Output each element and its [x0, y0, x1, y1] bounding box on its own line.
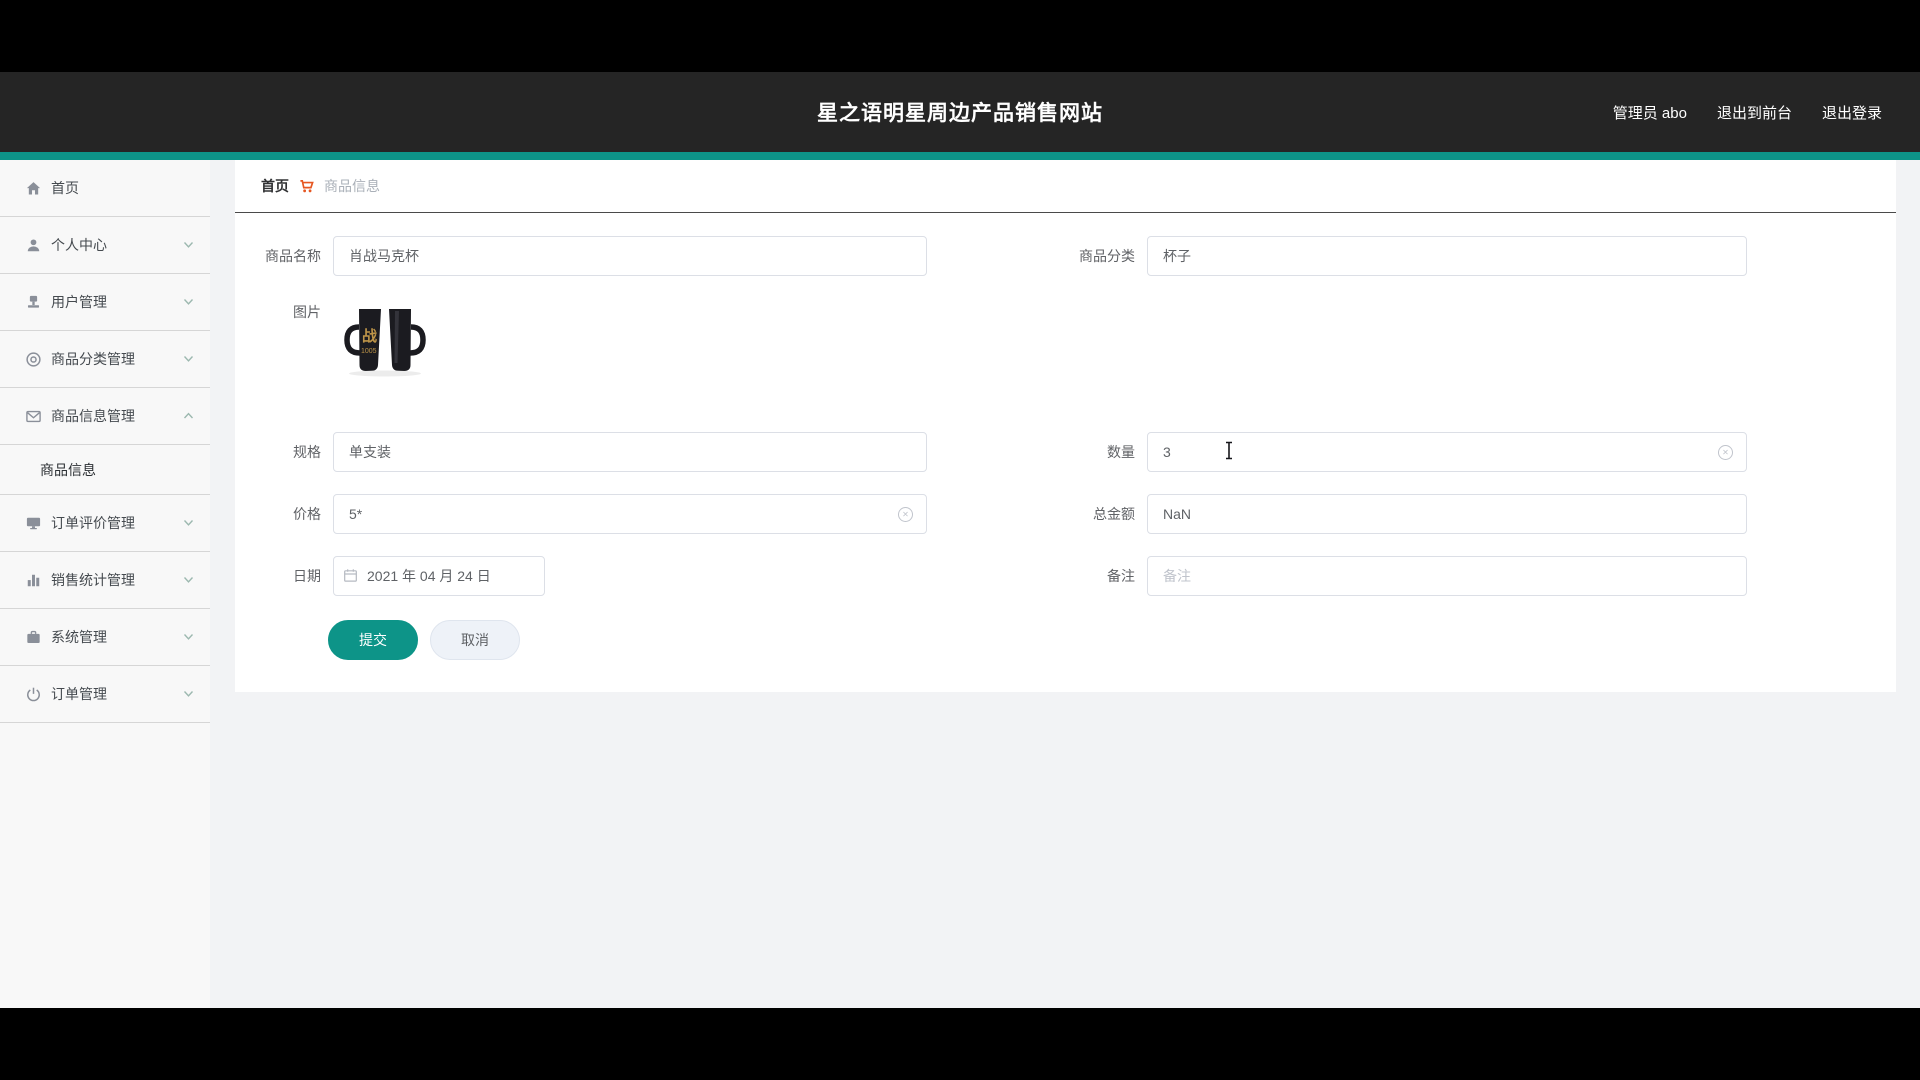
header-nav: 管理员 abo 退出到前台 退出登录	[1613, 72, 1882, 152]
sidebar-item-order-reviews[interactable]: 订单评价管理	[0, 495, 210, 552]
accent-strip	[0, 152, 1920, 160]
svg-text:1005: 1005	[361, 348, 377, 355]
field-total: 总金额	[1049, 494, 1747, 534]
page-body: 首页 个人中心 用户管理	[0, 160, 1920, 1008]
bar-chart-icon	[25, 572, 42, 589]
chevron-down-icon	[183, 576, 194, 584]
sidebar-item-product-info[interactable]: 商品信息管理	[0, 388, 210, 445]
exit-to-front-link[interactable]: 退出到前台	[1717, 102, 1792, 123]
sidebar-item-label: 商品信息管理	[51, 406, 183, 426]
form-actions: 提交 取消	[328, 620, 520, 660]
app-title: 星之语明星周边产品销售网站	[817, 97, 1103, 127]
sidebar-item-profile[interactable]: 个人中心	[0, 217, 210, 274]
sidebar-item-label: 个人中心	[51, 235, 183, 255]
price-input[interactable]	[333, 494, 927, 534]
sidebar: 首页 个人中心 用户管理	[0, 160, 210, 1008]
remark-label: 备注	[1049, 556, 1135, 596]
category-input[interactable]	[1147, 236, 1747, 276]
app-header: 星之语明星周边产品销售网站 管理员 abo 退出到前台 退出登录	[0, 72, 1920, 152]
chevron-down-icon	[183, 298, 194, 306]
monitor-icon	[25, 515, 42, 532]
sidebar-item-users[interactable]: 用户管理	[0, 274, 210, 331]
total-input[interactable]	[1147, 494, 1747, 534]
sidebar-item-label: 商品分类管理	[51, 349, 183, 369]
field-category: 商品分类	[1049, 236, 1747, 276]
clear-icon[interactable]: ✕	[898, 507, 913, 522]
submit-button[interactable]: 提交	[328, 620, 418, 660]
sidebar-item-label: 用户管理	[51, 292, 183, 312]
clear-icon[interactable]: ✕	[1718, 445, 1733, 460]
chevron-down-icon	[183, 519, 194, 527]
product-name-input[interactable]	[333, 236, 927, 276]
chevron-down-icon	[183, 355, 194, 363]
letterbox-top	[0, 0, 1920, 72]
chevron-down-icon	[183, 690, 194, 698]
sidebar-item-label: 首页	[51, 178, 194, 198]
field-price: 价格 ✕	[235, 494, 927, 534]
breadcrumb-current: 商品信息	[324, 176, 380, 196]
chevron-up-icon	[183, 412, 194, 420]
logout-link[interactable]: 退出登录	[1822, 102, 1882, 123]
field-spec: 规格	[235, 432, 927, 472]
field-image: 图片 战 1005	[235, 298, 437, 384]
sidebar-item-label: 系统管理	[51, 627, 183, 647]
cancel-button[interactable]: 取消	[430, 620, 520, 660]
sidebar-item-sales-stats[interactable]: 销售统计管理	[0, 552, 210, 609]
spec-label: 规格	[235, 432, 321, 472]
breadcrumb: 首页 商品信息	[235, 160, 1896, 213]
field-remark: 备注	[1049, 556, 1747, 596]
chevron-down-icon	[183, 633, 194, 641]
target-icon	[25, 351, 42, 368]
spec-input[interactable]	[333, 432, 927, 472]
black-mugs-photo: 战 1005	[335, 301, 435, 381]
date-input[interactable]	[333, 556, 545, 596]
sidebar-item-home[interactable]: 首页	[0, 160, 210, 217]
remark-input[interactable]	[1147, 556, 1747, 596]
person-icon	[25, 237, 42, 254]
sidebar-item-system[interactable]: 系统管理	[0, 609, 210, 666]
price-label: 价格	[235, 494, 321, 534]
letterbox-bottom	[0, 1008, 1920, 1080]
product-name-label: 商品名称	[235, 236, 321, 276]
sidebar-item-product-categories[interactable]: 商品分类管理	[0, 331, 210, 388]
screen: 星之语明星周边产品销售网站 管理员 abo 退出到前台 退出登录 首页 个人中心	[0, 0, 1920, 1080]
category-label: 商品分类	[1049, 236, 1135, 276]
sidebar-item-orders[interactable]: 订单管理	[0, 666, 210, 723]
breadcrumb-home[interactable]: 首页	[261, 176, 289, 196]
sidebar-item-label: 订单管理	[51, 684, 183, 704]
sidebar-subitem-product-info[interactable]: 商品信息	[0, 445, 210, 495]
field-product-name: 商品名称	[235, 236, 927, 276]
field-date: 日期	[235, 556, 545, 596]
admin-user-link[interactable]: 管理员 abo	[1613, 102, 1687, 123]
calendar-icon	[343, 568, 358, 583]
sidebar-item-label: 销售统计管理	[51, 570, 183, 590]
sidebar-subitem-label: 商品信息	[40, 460, 96, 480]
power-icon	[25, 686, 42, 703]
sidebar-item-label: 订单评价管理	[51, 513, 183, 533]
stamp-icon	[25, 294, 42, 311]
mail-icon	[25, 408, 42, 425]
content-card: 首页 商品信息 商品名称 商品分类	[235, 160, 1896, 692]
product-image[interactable]: 战 1005	[333, 298, 437, 384]
home-icon	[25, 180, 42, 197]
date-label: 日期	[235, 556, 321, 596]
field-quantity: 数量 ✕	[1049, 432, 1747, 472]
briefcase-icon	[25, 629, 42, 646]
svg-text:战: 战	[362, 327, 377, 345]
cart-icon	[299, 179, 314, 194]
quantity-label: 数量	[1049, 432, 1135, 472]
total-label: 总金额	[1049, 494, 1135, 534]
chevron-down-icon	[183, 241, 194, 249]
quantity-input[interactable]	[1147, 432, 1747, 472]
image-label: 图片	[235, 298, 321, 323]
